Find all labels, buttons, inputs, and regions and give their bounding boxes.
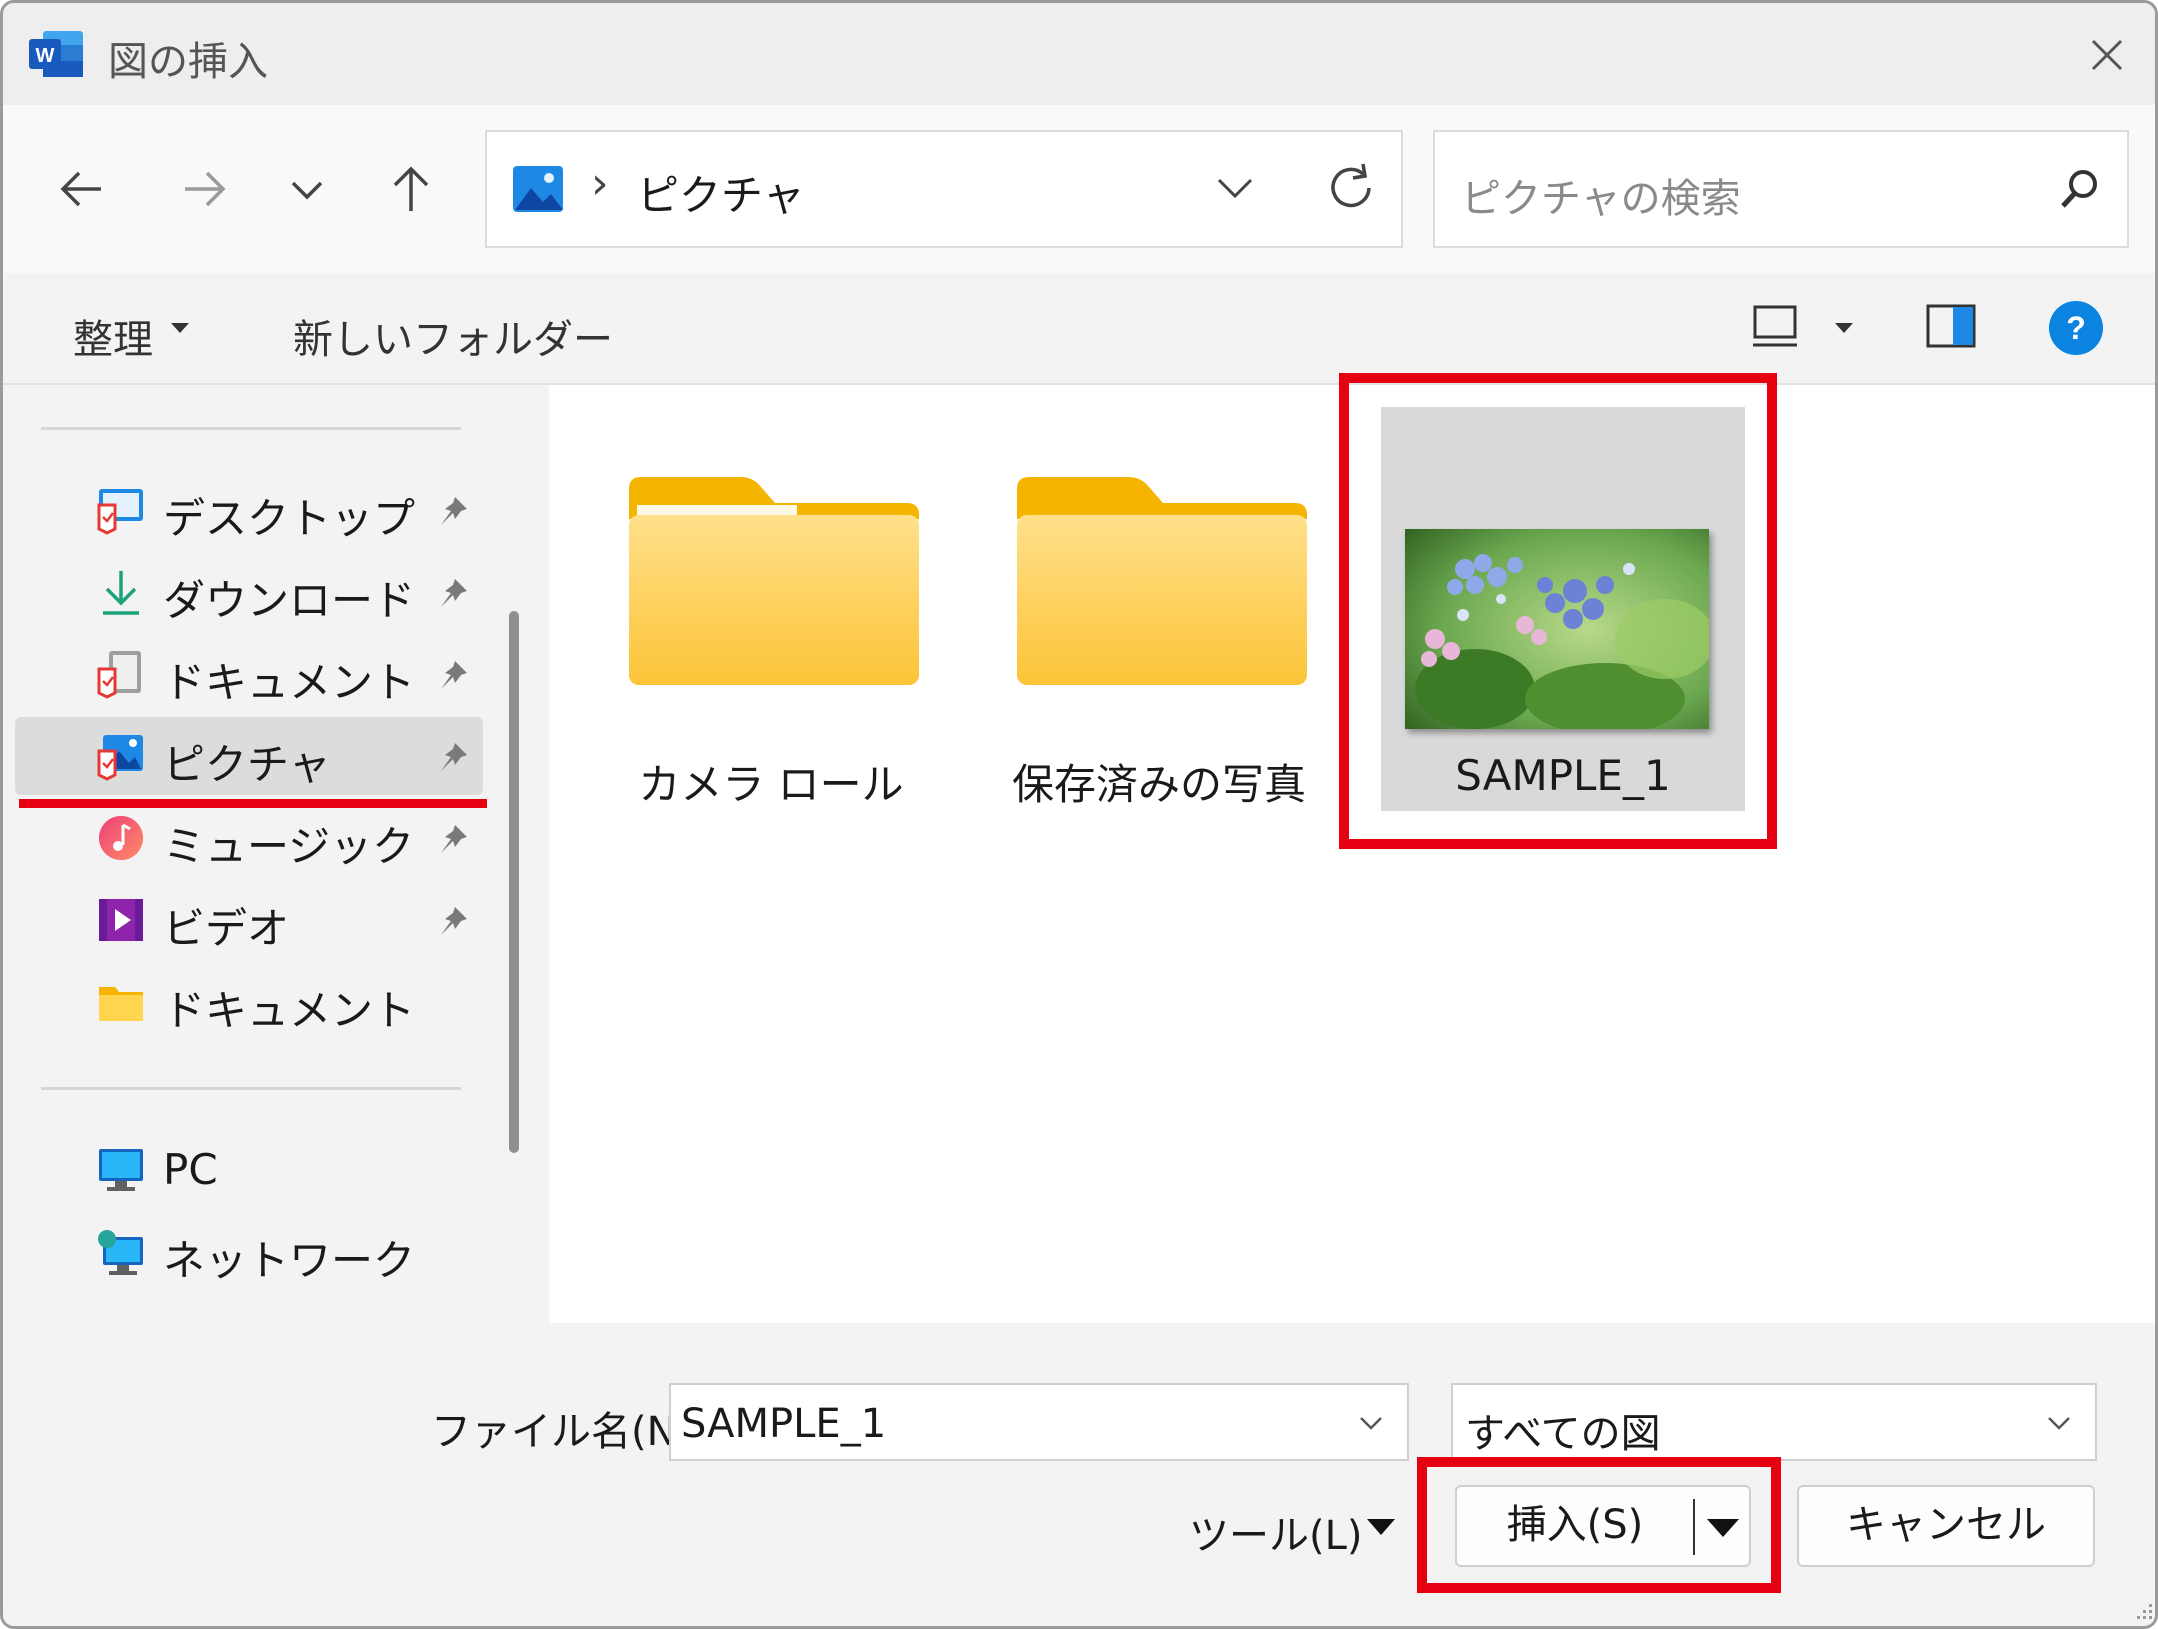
tools-caret-icon[interactable] bbox=[1367, 1519, 1395, 1535]
sidebar-divider bbox=[41, 1087, 461, 1090]
filetype-value: すべての図 bbox=[1465, 1411, 1661, 1457]
music-icon bbox=[99, 816, 143, 860]
search-placeholder: ピクチャの検索 bbox=[1461, 176, 1741, 222]
search-input[interactable]: ピクチャの検索 bbox=[1433, 130, 2129, 248]
pin-icon[interactable] bbox=[435, 575, 471, 611]
sidebar-item-label: ビデオ bbox=[163, 904, 290, 953]
sidebar-item-label: ドキュメント bbox=[163, 986, 416, 1035]
pin-icon[interactable] bbox=[435, 903, 471, 939]
sidebar-item-downloads[interactable]: ダウンロード bbox=[15, 553, 483, 631]
video-icon bbox=[99, 899, 143, 941]
sidebar-divider bbox=[41, 427, 461, 430]
view-mode-caret-icon[interactable] bbox=[1835, 323, 1853, 333]
command-bar: 整理 新しいフォルダー ? bbox=[3, 273, 2155, 385]
pictures-icon bbox=[513, 166, 563, 212]
address-bar[interactable]: › ピクチャ bbox=[485, 130, 1403, 248]
search-icon[interactable] bbox=[2051, 162, 2107, 218]
arrow-up-icon[interactable] bbox=[379, 157, 443, 221]
filename-label: ファイル名(N): bbox=[431, 1409, 706, 1455]
preview-pane-icon[interactable] bbox=[1925, 303, 1977, 349]
cancel-button[interactable]: キャンセル bbox=[1797, 1485, 2095, 1567]
sidebar-item-label: PC bbox=[163, 1145, 218, 1194]
svg-text:?: ? bbox=[2066, 310, 2086, 346]
sidebar-scrollbar-thumb[interactable] bbox=[509, 611, 519, 1153]
navigation-bar: › ピクチャ ピクチャの検索 bbox=[3, 105, 2155, 273]
help-icon[interactable]: ? bbox=[2047, 299, 2105, 357]
resize-grip-icon[interactable] bbox=[2127, 1598, 2155, 1626]
chevron-down-icon[interactable] bbox=[1351, 1403, 1391, 1443]
filename-input[interactable]: SAMPLE_1 bbox=[669, 1383, 1409, 1461]
annotation-box bbox=[1417, 1457, 1781, 1593]
sidebar-item-label: ピクチャ bbox=[163, 740, 331, 789]
sidebar-item-label: ネットワーク bbox=[163, 1236, 416, 1285]
annotation-box bbox=[1339, 373, 1777, 849]
filetype-select[interactable]: すべての図 bbox=[1451, 1383, 2097, 1461]
tools-button[interactable]: ツール(L) bbox=[1189, 1503, 1363, 1561]
word-icon: W bbox=[29, 31, 83, 77]
folder-tile[interactable]: カメラ ロール bbox=[589, 407, 953, 811]
sidebar-item-label: ダウンロード bbox=[163, 576, 416, 625]
sidebar-item-documents[interactable]: ドキュメント bbox=[15, 635, 483, 713]
file-name: 保存済みの写真 bbox=[1011, 760, 1306, 809]
annotation-underline bbox=[19, 799, 487, 808]
breadcrumb-current[interactable]: ピクチャ bbox=[637, 162, 805, 223]
pin-icon[interactable] bbox=[435, 739, 471, 775]
title-bar: W 図の挿入 bbox=[3, 3, 2155, 105]
sidebar-item-pc[interactable]: PC bbox=[15, 1131, 483, 1209]
organize-caret-icon[interactable] bbox=[171, 323, 189, 333]
folder-icon bbox=[629, 477, 919, 685]
network-icon bbox=[98, 1230, 143, 1275]
desktop-icon bbox=[97, 489, 143, 535]
pin-icon[interactable] bbox=[435, 493, 471, 529]
refresh-icon[interactable] bbox=[1319, 156, 1383, 220]
download-icon bbox=[103, 571, 139, 615]
breadcrumb-separator: › bbox=[591, 158, 609, 209]
arrow-left-icon[interactable] bbox=[51, 157, 115, 221]
pin-icon[interactable] bbox=[435, 657, 471, 693]
window-title: 図の挿入 bbox=[108, 39, 268, 85]
close-icon[interactable] bbox=[2077, 25, 2137, 85]
sidebar-item-label: ミュージック bbox=[163, 822, 415, 871]
pin-icon[interactable] bbox=[435, 821, 471, 857]
sidebar-item-label: ドキュメント bbox=[163, 658, 416, 707]
file-name: カメラ ロール bbox=[638, 760, 904, 809]
chevron-down-icon[interactable] bbox=[2039, 1403, 2079, 1443]
organize-button[interactable]: 整理 bbox=[73, 307, 153, 365]
insert-picture-dialog: W 図の挿入 › ピクチャ ピクチャの検索 整理 新しいフォルダー ? デスクト… bbox=[0, 0, 2158, 1629]
dialog-footer: ファイル名(N): SAMPLE_1 すべての図 ツール(L) 挿入(S) キャ… bbox=[3, 1323, 2155, 1626]
sidebar-item-videos[interactable]: ビデオ bbox=[15, 881, 483, 959]
documents-icon bbox=[97, 651, 141, 699]
sidebar-item-music[interactable]: ミュージック bbox=[15, 799, 483, 877]
folder-icon bbox=[1017, 477, 1307, 685]
pictures-icon bbox=[97, 735, 143, 781]
sidebar-item-label: デスクトップ bbox=[163, 494, 416, 543]
sidebar-item-desktop[interactable]: デスクトップ bbox=[15, 471, 483, 549]
view-mode-icon[interactable] bbox=[1751, 301, 1807, 353]
arrow-right-icon[interactable] bbox=[171, 157, 235, 221]
sidebar-item-documents-folder[interactable]: ドキュメント bbox=[15, 963, 483, 1041]
navigation-pane: デスクトップ ダウンロード ドキュメント ピクチャ ミュージック ビデオ ドキュ… bbox=[3, 385, 487, 1323]
sidebar-item-network[interactable]: ネットワーク bbox=[15, 1213, 483, 1291]
filename-value: SAMPLE_1 bbox=[681, 1401, 887, 1447]
chevron-down-icon[interactable] bbox=[275, 157, 339, 221]
pc-icon bbox=[99, 1149, 143, 1191]
svg-text:W: W bbox=[36, 45, 55, 67]
address-history-chevron-icon[interactable] bbox=[1207, 160, 1263, 216]
new-folder-button[interactable]: 新しいフォルダー bbox=[293, 307, 613, 365]
sidebar-item-pictures[interactable]: ピクチャ bbox=[15, 717, 483, 795]
folder-icon bbox=[99, 987, 143, 1021]
folder-tile[interactable]: 保存済みの写真 bbox=[977, 407, 1341, 811]
